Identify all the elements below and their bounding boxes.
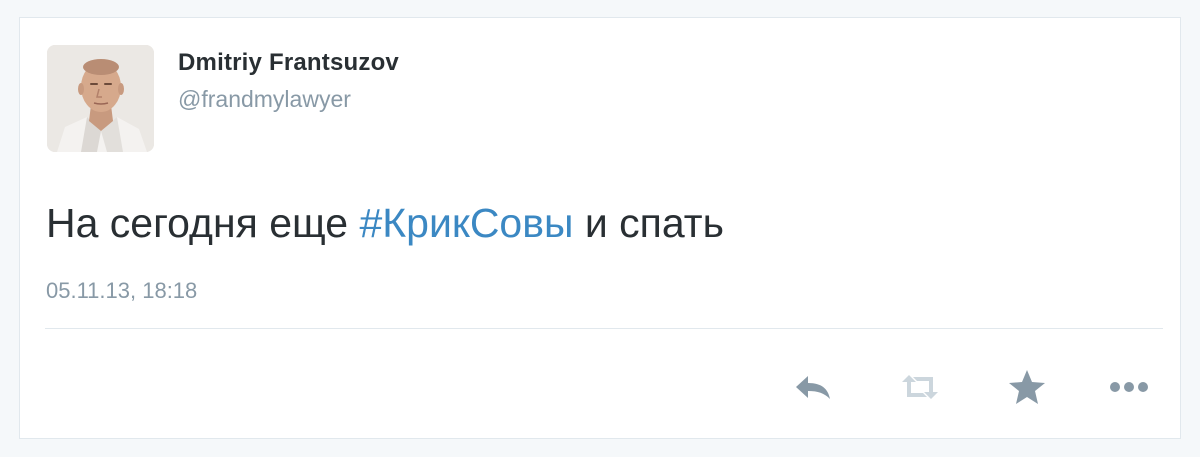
reply-button[interactable] [792, 365, 836, 409]
tweet-card: Dmitriy Frantsuzov @frandmylawyer На сег… [19, 17, 1181, 439]
divider [45, 328, 1163, 329]
more-button[interactable] [1107, 365, 1151, 409]
more-icon [1110, 382, 1148, 392]
tweet-text: На сегодня еще #КрикСовы и спать [46, 198, 724, 248]
favorite-button[interactable] [1005, 365, 1049, 409]
tweet-text-before: На сегодня еще [46, 200, 360, 246]
star-icon [1009, 370, 1045, 404]
avatar-photo [47, 45, 154, 152]
author-name[interactable]: Dmitriy Frantsuzov [178, 49, 399, 77]
hashtag-link[interactable]: #КрикСовы [360, 200, 574, 246]
avatar[interactable] [47, 45, 154, 152]
retweet-button[interactable] [898, 365, 942, 409]
reply-icon [796, 376, 830, 399]
tweet-text-after: и спать [573, 200, 724, 246]
author-handle[interactable]: @frandmylawyer [178, 86, 351, 113]
retweet-icon [902, 375, 938, 399]
tweet-timestamp[interactable]: 05.11.13, 18:18 [46, 278, 197, 304]
